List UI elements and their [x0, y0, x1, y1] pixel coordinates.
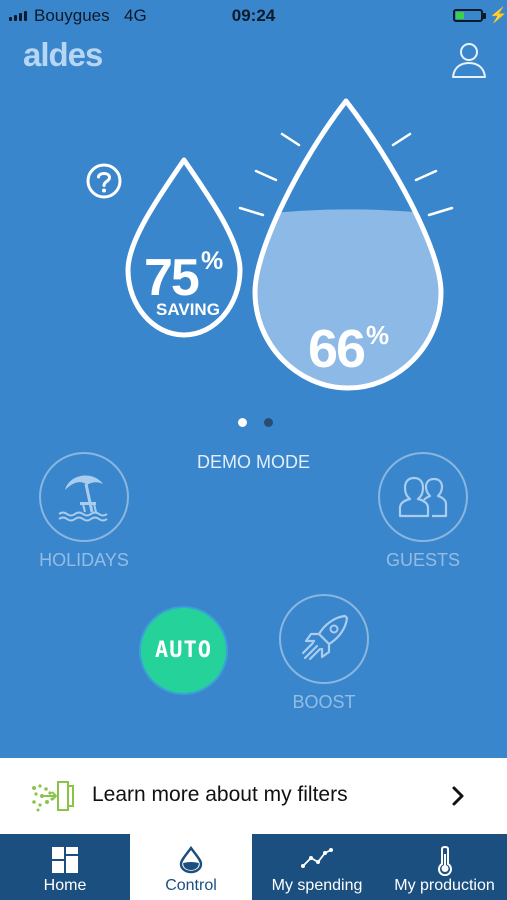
page-dot-1[interactable] — [238, 418, 247, 427]
tab-label-my-production: My production — [394, 877, 495, 894]
holidays-label: HOLIDAYS — [39, 550, 129, 570]
tab-control[interactable]: Control — [130, 834, 252, 900]
boost-label: BOOST — [292, 692, 356, 712]
tab-label-my-spending: My spending — [271, 877, 363, 894]
beach-umbrella-icon — [58, 475, 108, 522]
filters-banner[interactable]: Learn more about my filters — [0, 758, 507, 834]
guests-icon — [398, 476, 448, 518]
tab-my-spending[interactable]: My spending — [252, 834, 382, 900]
tab-my-production[interactable]: My production — [382, 834, 507, 900]
saving-value: 75 — [144, 249, 200, 307]
holidays-button[interactable] — [39, 452, 129, 542]
guests-button[interactable] — [378, 452, 468, 542]
guests-label: GUESTS — [385, 550, 460, 570]
tab-label-home: Home — [43, 877, 87, 894]
rocket-icon — [301, 614, 349, 661]
thermometer-icon — [437, 846, 452, 876]
boost-button[interactable] — [279, 594, 369, 684]
saving-label: SAVING — [156, 300, 220, 319]
drop-icon — [179, 846, 203, 874]
chart-line-icon — [301, 848, 333, 868]
home-grid-icon — [52, 847, 78, 873]
tab-label-control: Control — [165, 877, 217, 894]
tab-bar: Home Control My spending My production — [0, 834, 507, 900]
control-screen: Bouygues 4G 09:24 ⚡ aldes 75 % SAVING 66… — [0, 0, 507, 900]
saving-unit: % — [201, 247, 224, 275]
page-dot-2[interactable] — [264, 418, 273, 427]
chevron-right-icon — [452, 786, 464, 806]
auto-mode-button[interactable]: AUTO — [139, 606, 228, 695]
level-unit: % — [366, 320, 390, 350]
air-filter-icon — [32, 781, 74, 812]
level-value: 66 — [308, 319, 366, 379]
filters-banner-text: Learn more about my filters — [92, 783, 348, 806]
tab-home[interactable]: Home — [0, 834, 130, 900]
page-indicator — [238, 418, 273, 427]
drops-graphic — [125, 98, 454, 391]
